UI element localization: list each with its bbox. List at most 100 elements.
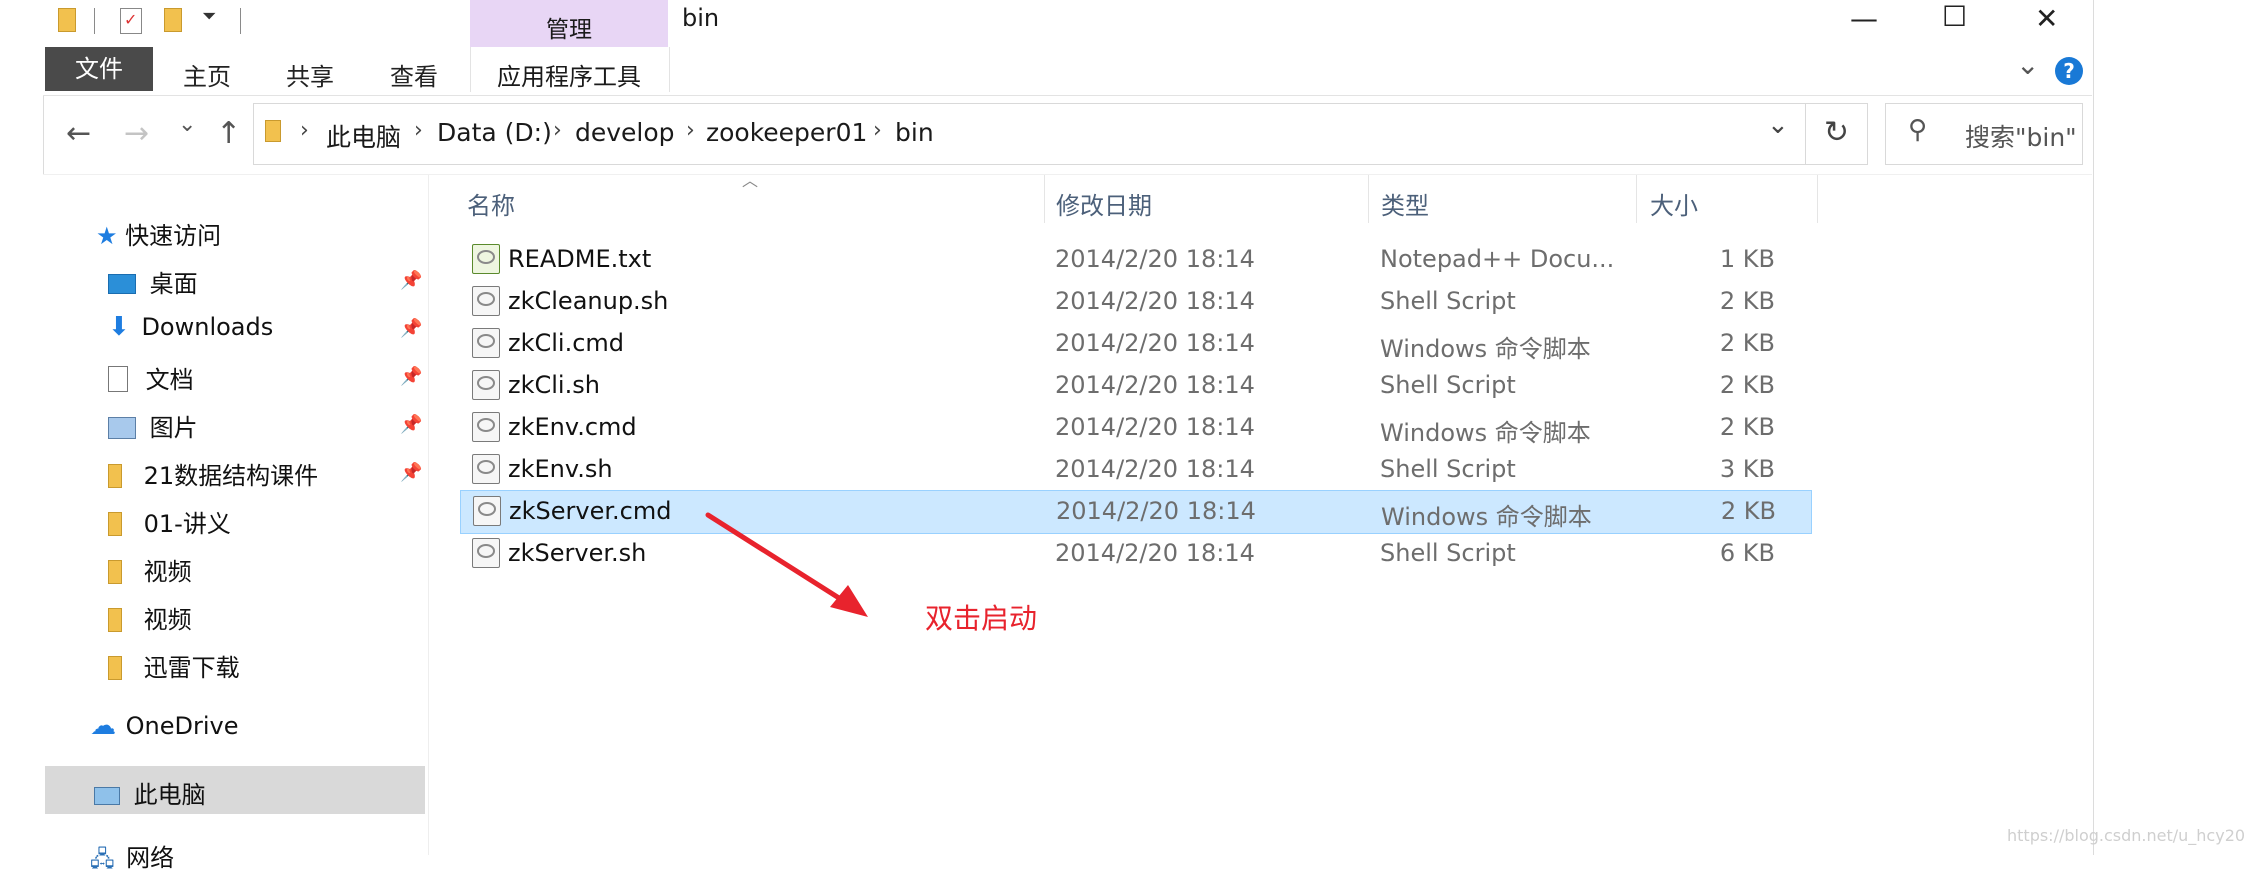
file-modified: 2014/2/20 18:14: [1055, 455, 1255, 483]
text-file-icon: [472, 244, 500, 274]
nav-label: 桌面: [149, 270, 198, 298]
column-header-modified[interactable]: 修改日期: [1056, 186, 1152, 221]
file-row[interactable]: zkCleanup.sh 2014/2/20 18:14 Shell Scrip…: [460, 281, 1810, 323]
nav-label: OneDrive: [125, 712, 239, 740]
nav-item-documents[interactable]: 文档: [108, 360, 194, 400]
pin-icon[interactable]: 📌: [400, 270, 422, 291]
nav-network[interactable]: 🖧 网络: [90, 838, 174, 878]
close-button[interactable]: ✕: [2035, 2, 2058, 35]
nav-this-pc[interactable]: 此电脑: [94, 775, 206, 815]
refresh-button[interactable]: ↻: [1806, 103, 1868, 165]
file-row[interactable]: zkEnv.cmd 2014/2/20 18:14 Windows 命令脚本 2…: [460, 407, 1810, 449]
computer-icon: [94, 787, 120, 805]
nav-item-folder[interactable]: 视频: [108, 552, 192, 592]
nav-label: 网络: [126, 844, 175, 872]
pin-icon[interactable]: 📌: [400, 414, 422, 435]
column-header-size[interactable]: 大小: [1650, 186, 1698, 221]
file-type: Shell Script: [1380, 371, 1516, 399]
column-separator[interactable]: [1368, 175, 1369, 223]
file-size: 2 KB: [1720, 497, 1776, 525]
file-name: zkCleanup.sh: [508, 287, 669, 315]
nav-item-folder[interactable]: 21数据结构课件: [108, 456, 318, 496]
file-name: zkCli.cmd: [508, 329, 625, 357]
nav-item-pictures[interactable]: 图片: [108, 408, 198, 448]
nav-item-folder[interactable]: 视频: [108, 600, 192, 640]
file-row[interactable]: zkServer.sh 2014/2/20 18:14 Shell Script…: [460, 533, 1810, 575]
cloud-icon: ☁: [90, 711, 116, 741]
file-row-selected[interactable]: zkServer.cmd 2014/2/20 18:14 Windows 命令脚…: [460, 490, 1812, 534]
nav-label: 快速访问: [125, 222, 222, 250]
ribbon-expand-icon[interactable]: ⌄: [2016, 48, 2039, 81]
breadcrumb-chevron-icon: ›: [414, 118, 423, 143]
file-size: 2 KB: [1719, 413, 1775, 441]
search-input[interactable]: 搜索"bin": [1965, 118, 2077, 154]
script-file-icon: [472, 328, 500, 358]
breadcrumb-data-drive[interactable]: Data (D:): [437, 118, 552, 147]
column-separator[interactable]: [1817, 175, 1818, 223]
tab-home[interactable]: 主页: [183, 57, 231, 92]
nav-onedrive[interactable]: ☁ OneDrive: [90, 711, 239, 751]
new-folder-icon[interactable]: [164, 8, 182, 32]
script-file-icon: [472, 538, 500, 568]
recent-locations-button[interactable]: ⌄: [178, 112, 196, 137]
folder-icon: [108, 464, 122, 488]
column-header-name[interactable]: 名称: [467, 186, 515, 221]
breadcrumb-develop[interactable]: develop: [575, 118, 675, 147]
breadcrumb-zookeeper01[interactable]: zookeeper01: [706, 118, 867, 147]
window-title: bin: [682, 4, 720, 32]
app-tools-label: 应用程序工具: [497, 63, 641, 91]
file-row[interactable]: README.txt 2014/2/20 18:14 Notepad++ Doc…: [460, 239, 1810, 281]
up-button[interactable]: ↑: [216, 116, 241, 151]
nav-item-desktop[interactable]: 桌面: [108, 264, 198, 304]
help-icon[interactable]: ?: [2055, 57, 2083, 85]
minimize-button[interactable]: —: [1850, 2, 1878, 35]
column-separator[interactable]: [1636, 175, 1637, 223]
maximize-button[interactable]: ☐: [1942, 0, 1967, 33]
breadcrumb-chevron-icon: ›: [686, 118, 695, 143]
download-icon: ⬇: [108, 312, 130, 342]
folder-icon: [108, 560, 122, 584]
script-file-icon: [472, 454, 500, 484]
tab-file[interactable]: 文件: [45, 47, 153, 91]
pin-icon[interactable]: 📌: [400, 462, 422, 483]
breadcrumb-bin[interactable]: bin: [895, 118, 934, 147]
customize-qa-icon[interactable]: ⏷: [202, 6, 216, 27]
folder-icon: [108, 512, 122, 536]
file-modified: 2014/2/20 18:14: [1055, 413, 1255, 441]
nav-item-folder[interactable]: 迅雷下载: [108, 648, 240, 688]
address-dropdown-icon[interactable]: ⌄: [1767, 110, 1789, 140]
file-row[interactable]: zkCli.sh 2014/2/20 18:14 Shell Script 2 …: [460, 365, 1810, 407]
file-size: 6 KB: [1719, 539, 1775, 567]
forward-button[interactable]: →: [124, 116, 149, 151]
breadcrumb-this-pc[interactable]: 此电脑: [326, 118, 401, 154]
pin-icon[interactable]: 📌: [400, 318, 422, 339]
network-icon: 🖧: [90, 847, 115, 872]
script-file-icon: [472, 412, 500, 442]
file-row[interactable]: zkCli.cmd 2014/2/20 18:14 Windows 命令脚本 2…: [460, 323, 1810, 365]
pin-icon[interactable]: 📌: [400, 366, 422, 387]
file-type: Windows 命令脚本: [1381, 503, 1592, 531]
nav-quick-access[interactable]: ★ 快速访问: [96, 216, 221, 256]
nav-item-downloads[interactable]: ⬇ Downloads: [108, 312, 273, 352]
search-icon: ⚲: [1908, 115, 1928, 145]
tab-share[interactable]: 共享: [286, 57, 334, 92]
tab-view[interactable]: 查看: [390, 57, 438, 92]
file-size: 2 KB: [1719, 287, 1775, 315]
breadcrumb-chevron-icon: ›: [873, 118, 882, 143]
annotation-arrow-icon: [705, 512, 868, 617]
breadcrumb-chevron-icon: ›: [300, 118, 309, 143]
file-row[interactable]: zkEnv.sh 2014/2/20 18:14 Shell Script 3 …: [460, 449, 1810, 491]
back-button[interactable]: ←: [66, 116, 91, 151]
nav-label: 此电脑: [133, 781, 206, 809]
file-modified: 2014/2/20 18:14: [1055, 287, 1255, 315]
file-name: zkServer.sh: [508, 539, 647, 567]
nav-item-folder[interactable]: 01-讲义: [108, 504, 231, 544]
script-file-icon: [473, 496, 501, 526]
nav-label: 01-讲义: [143, 510, 231, 538]
title-bar: [43, 0, 2092, 47]
quick-access-folder-icon[interactable]: [58, 8, 76, 32]
properties-icon[interactable]: ✓: [120, 8, 142, 34]
column-header-type[interactable]: 类型: [1381, 186, 1429, 221]
column-separator[interactable]: [1044, 175, 1045, 223]
navigation-pane: [43, 175, 429, 855]
